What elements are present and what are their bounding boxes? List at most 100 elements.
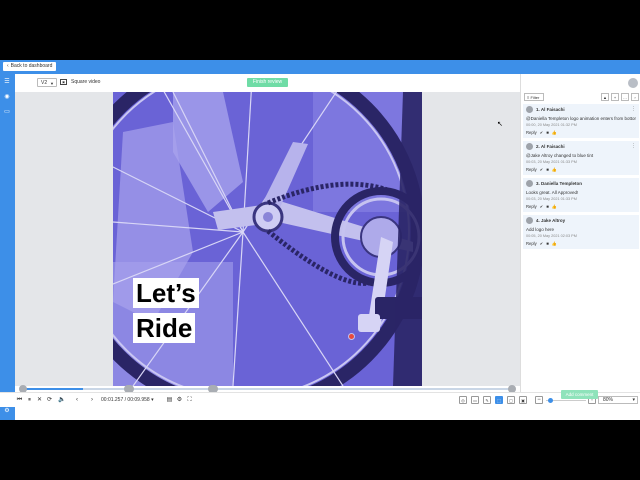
title-text-lets: Let’s bbox=[133, 278, 199, 308]
add-icon[interactable]: + bbox=[611, 93, 619, 101]
select-tool-icon[interactable]: ⬚ bbox=[495, 396, 503, 404]
chevron-down-icon[interactable]: ▾ bbox=[151, 397, 154, 403]
comment-box-icon[interactable]: ▭ bbox=[471, 396, 479, 404]
zoom-slider-handle[interactable] bbox=[547, 397, 553, 403]
comment-text: @Daniella Templeton logo animation enter… bbox=[526, 116, 636, 121]
back-to-dashboard-button[interactable]: ‹ Back to dashboard bbox=[3, 62, 57, 71]
zoom-select[interactable]: 80% ▾ bbox=[598, 396, 638, 404]
chevron-down-icon: ▾ bbox=[632, 397, 635, 403]
comment-pin-icon[interactable] bbox=[349, 334, 354, 339]
thumbs-up-icon[interactable]: 👍 bbox=[552, 241, 557, 247]
comments-panel: ≡ Filter ▲ + … › 1. Al Faisachi ⋮ @Danie… bbox=[520, 74, 640, 392]
total-time: 00:09.958 bbox=[127, 397, 150, 403]
pen-icon[interactable]: ✎ bbox=[483, 396, 491, 404]
comment-timestamp: 00:03, 20 May 2021 01:33 PM bbox=[526, 197, 577, 201]
loop-icon[interactable]: ⟳ bbox=[46, 396, 53, 404]
check-icon[interactable]: ✔ bbox=[540, 241, 544, 247]
comment-timestamp: 00:05, 20 May 2021 02:03 PM bbox=[526, 234, 577, 238]
comment-item[interactable]: 1. Al Faisachi ⋮ @Daniella Templeton log… bbox=[523, 104, 639, 138]
thumbs-up-icon[interactable]: 👍 bbox=[552, 130, 557, 136]
target-icon[interactable]: ◎ bbox=[459, 396, 467, 404]
check-icon[interactable]: ✔ bbox=[540, 204, 544, 210]
pause-icon[interactable]: ⏸ bbox=[26, 396, 33, 404]
comment-author: 4. Jake Altroy bbox=[536, 218, 566, 223]
fullscreen-icon[interactable]: ⛶ bbox=[186, 396, 193, 404]
menu-icon[interactable]: ☰ bbox=[3, 79, 11, 85]
avatar bbox=[526, 106, 533, 113]
comment-text: Looks great. All Approved! bbox=[526, 190, 579, 195]
finish-review-button[interactable]: Finish review bbox=[247, 78, 288, 87]
left-rail: ☰ ◉ ▭ ⚙ bbox=[0, 74, 15, 420]
stop-icon[interactable]: ✕ bbox=[36, 396, 43, 404]
thumbs-up-icon[interactable]: 👍 bbox=[552, 167, 557, 173]
comment-actions: Reply ✔ ■ 👍 bbox=[526, 167, 557, 173]
video-frame[interactable]: Let’s Ride bbox=[113, 92, 422, 386]
eye-icon[interactable]: ◉ bbox=[3, 94, 11, 100]
comment-text: Add logo here bbox=[526, 227, 555, 232]
volume-icon[interactable]: 🔈 bbox=[58, 396, 65, 404]
add-comment-button[interactable]: Add comment bbox=[561, 390, 598, 399]
next-frame-icon[interactable]: › bbox=[89, 396, 95, 404]
review-toolbar: V2 ▼ ▣ Square video Finish review bbox=[15, 74, 520, 93]
comment-actions: Reply ✔ ■ 👍 bbox=[526, 130, 557, 136]
comment-actions: Reply ✔ ■ 👍 bbox=[526, 241, 557, 247]
more-vertical-icon[interactable]: ⋮ bbox=[631, 106, 636, 113]
main-area: V2 ▼ ▣ Square video Finish review Let’s … bbox=[15, 74, 520, 420]
reply-link[interactable]: Reply bbox=[526, 167, 537, 173]
comment-author: 2. Al Faisachi bbox=[536, 144, 565, 149]
reply-link[interactable]: Reply bbox=[526, 241, 537, 247]
comment-icon[interactable]: ■ bbox=[546, 204, 549, 210]
comment-icon[interactable]: ■ bbox=[546, 167, 549, 173]
title-text-ride: Ride bbox=[133, 313, 196, 343]
comment-timestamp: 00:00, 20 May 2021 01:32 PM bbox=[526, 123, 577, 127]
mouse-cursor-icon: ↖ bbox=[497, 121, 503, 128]
reply-link[interactable]: Reply bbox=[526, 204, 537, 210]
settings-icon[interactable]: ⚙ bbox=[3, 408, 11, 414]
format-label: Square video bbox=[71, 79, 101, 85]
comment-icon[interactable]: ■ bbox=[546, 241, 549, 247]
avatar bbox=[526, 143, 533, 150]
video-canvas: Let’s Ride bbox=[15, 92, 520, 386]
avatar bbox=[526, 217, 533, 224]
user-avatar[interactable] bbox=[628, 78, 638, 88]
chevron-left-icon: ‹ bbox=[7, 63, 9, 69]
comment-item[interactable]: 3. Daniella Templeton Looks great. All A… bbox=[523, 178, 639, 212]
comment-text: @Jake Altroy changed to blue tint bbox=[526, 153, 594, 158]
time-readout: 00:01.257 / 00:09.958 ▾ bbox=[101, 396, 154, 404]
thumbs-up-icon[interactable]: 👍 bbox=[552, 204, 557, 210]
filter-button[interactable]: ≡ Filter bbox=[524, 93, 544, 101]
collapse-panel-icon[interactable]: › bbox=[631, 93, 639, 101]
reply-link[interactable]: Reply bbox=[526, 130, 537, 136]
version-select[interactable]: V2 ▼ bbox=[37, 78, 57, 87]
timeline-track[interactable] bbox=[25, 388, 511, 390]
folder-icon[interactable]: ▭ bbox=[3, 109, 11, 115]
more-vertical-icon[interactable]: ⋮ bbox=[631, 143, 636, 150]
zoom-value: 80% bbox=[603, 397, 614, 403]
film-icon[interactable]: ▤ bbox=[166, 396, 173, 404]
check-icon[interactable]: ✔ bbox=[540, 167, 544, 173]
comment-item[interactable]: 4. Jake Altroy Add logo here 00:05, 20 M… bbox=[523, 215, 639, 249]
filter-label: Filter bbox=[530, 95, 540, 100]
player-controls: ⏮ ⏸ ✕ ⟳ 🔈 ‹ 00:01.257 / 00:09.958 ▾ › ▤ … bbox=[0, 392, 640, 407]
filter-icon: ≡ bbox=[527, 95, 530, 100]
sort-up-icon[interactable]: ▲ bbox=[601, 93, 609, 101]
time-separator: / bbox=[124, 397, 127, 403]
skip-back-icon[interactable]: ⏮ bbox=[16, 396, 23, 404]
comment-icon[interactable]: ■ bbox=[546, 130, 549, 136]
top-bar: ‹ Back to dashboard bbox=[0, 60, 640, 74]
comment-author: 1. Al Faisachi bbox=[536, 107, 565, 112]
current-time: 00:01.257 bbox=[101, 397, 124, 403]
comment-actions: Reply ✔ ■ 👍 bbox=[526, 204, 557, 210]
avatar bbox=[526, 180, 533, 187]
zoom-out-button[interactable]: − bbox=[535, 396, 543, 404]
check-icon[interactable]: ✔ bbox=[540, 130, 544, 136]
more-icon[interactable]: … bbox=[621, 93, 629, 101]
comment-item[interactable]: 2. Al Faisachi ⋮ @Jake Altroy changed to… bbox=[523, 141, 639, 175]
layers-icon[interactable]: ▣ bbox=[519, 396, 527, 404]
comment-timestamp: 00:03, 20 May 2021 01:33 PM bbox=[526, 160, 577, 164]
timeline-progress bbox=[25, 388, 84, 390]
back-label: Back to dashboard bbox=[10, 63, 53, 69]
frame-icon[interactable]: ▢ bbox=[507, 396, 515, 404]
previous-frame-icon[interactable]: ‹ bbox=[74, 396, 80, 404]
gear-icon[interactable]: ⚙ bbox=[176, 396, 183, 404]
